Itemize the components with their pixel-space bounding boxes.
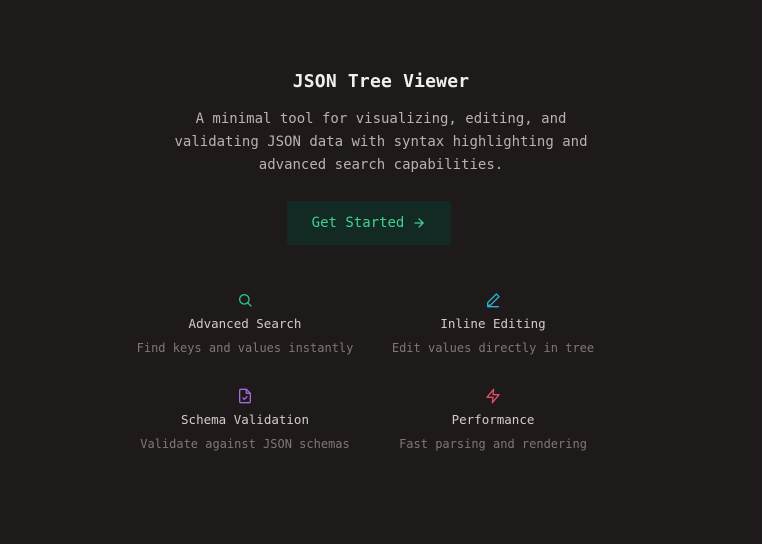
zap-icon xyxy=(368,388,618,406)
feature-description: Fast parsing and rendering xyxy=(399,437,587,451)
feature-description: Edit values directly in tree xyxy=(391,341,595,355)
feature-name: Performance xyxy=(451,412,535,427)
feature-description: Validate against JSON schemas xyxy=(140,437,350,451)
get-started-label: Get Started xyxy=(311,215,405,231)
feature-performance: Performance Fast parsing and rendering xyxy=(368,388,618,452)
feature-name: Schema Validation xyxy=(181,412,309,427)
get-started-button[interactable]: Get Started xyxy=(287,201,451,245)
feature-inline-editing: Inline Editing Edit values directly in t… xyxy=(368,292,618,356)
hero-description: A minimal tool for visualizing, editing,… xyxy=(174,111,588,173)
search-icon xyxy=(120,292,370,310)
feature-name: Advanced Search xyxy=(188,316,302,331)
feature-name: Inline Editing xyxy=(440,316,546,331)
feature-advanced-search: Advanced Search Find keys and values ins… xyxy=(120,292,370,356)
arrow-right-icon xyxy=(412,216,426,230)
feature-description: Find keys and values instantly xyxy=(136,341,354,355)
file-check-icon xyxy=(120,388,370,406)
feature-schema-validation: Schema Validation Validate against JSON … xyxy=(120,388,370,452)
page-title: JSON Tree Viewer xyxy=(292,71,470,92)
pencil-icon xyxy=(368,292,618,310)
